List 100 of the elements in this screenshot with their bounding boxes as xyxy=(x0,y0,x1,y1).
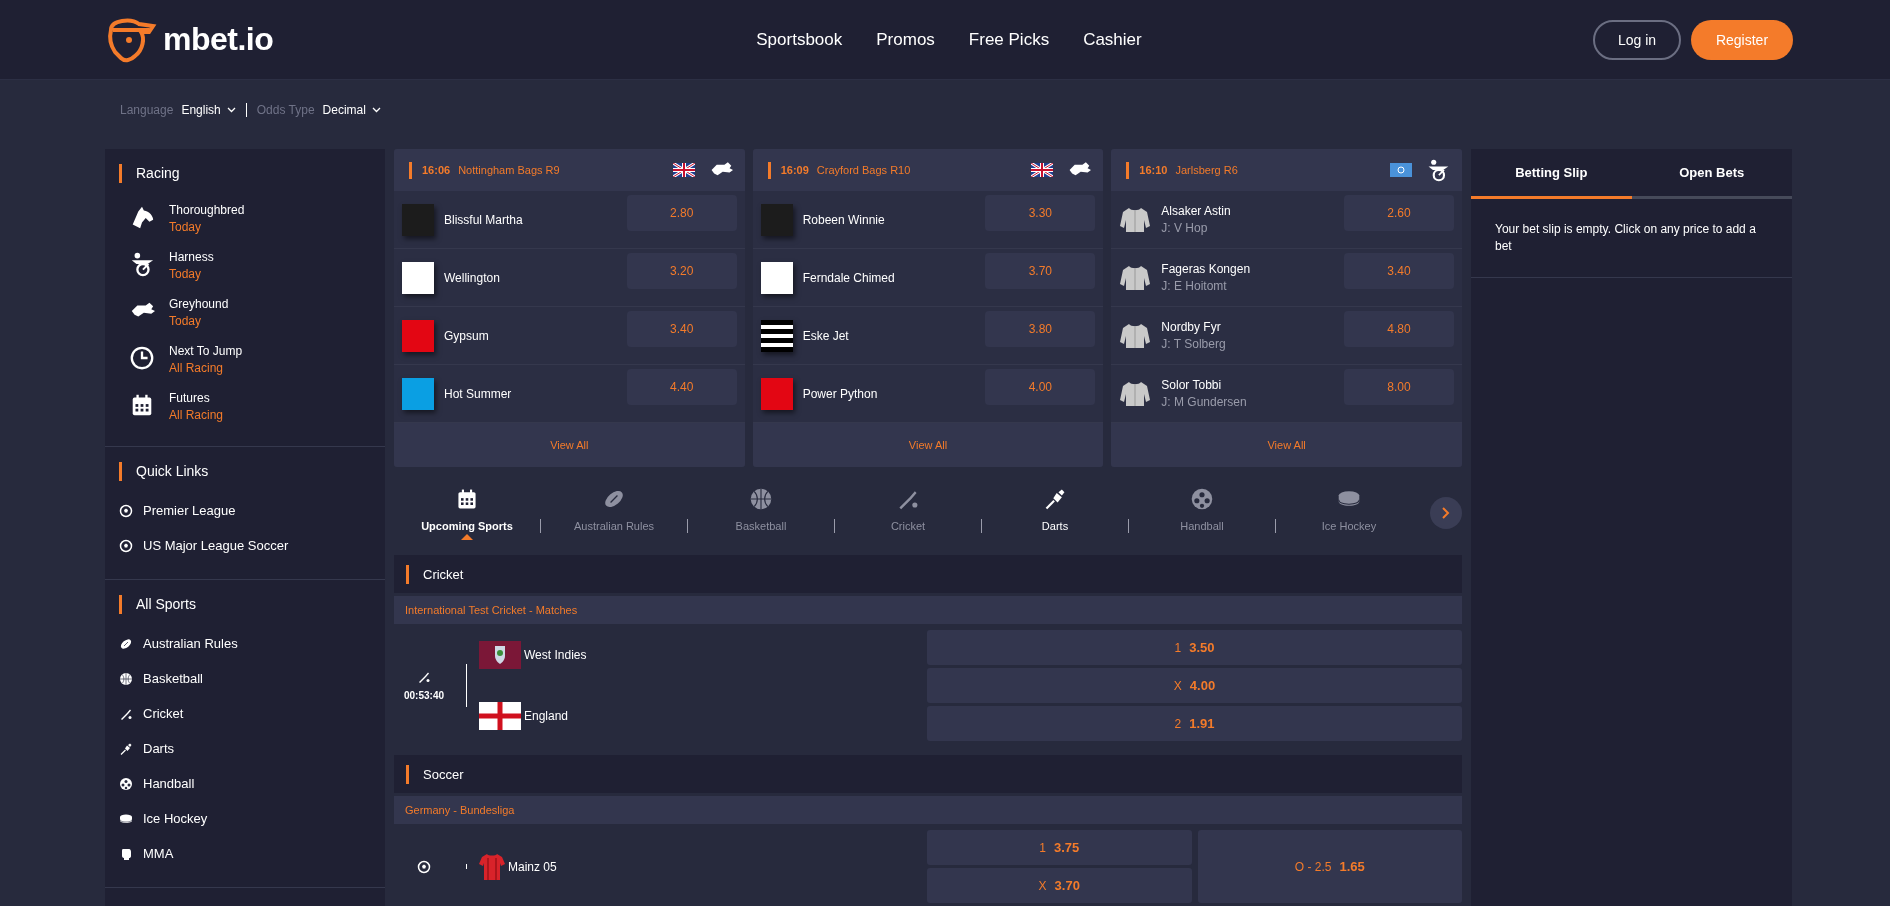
soccer-ball-icon xyxy=(417,859,431,874)
jacket-icon xyxy=(1119,321,1152,350)
item-title: Next To Jump xyxy=(169,344,243,358)
odds-button[interactable]: 8.00 xyxy=(1344,369,1454,405)
runner-name: Nordby Fyr xyxy=(1161,320,1222,334)
accent-bar xyxy=(767,161,771,179)
next-button[interactable] xyxy=(1430,497,1462,529)
odds-button[interactable]: 3.40 xyxy=(1344,253,1454,289)
odds-button[interactable]: 4.80 xyxy=(1344,311,1454,347)
match-countdown: 00:53:40 xyxy=(404,690,444,701)
odds-button[interactable]: 3.40 xyxy=(626,311,737,347)
odds-button[interactable]: 1 3.50 xyxy=(927,630,1462,665)
sport-tab[interactable]: Basketball xyxy=(688,486,834,540)
race-name[interactable]: Jarlsberg R6 xyxy=(1175,164,1382,176)
crest-flag-icon xyxy=(479,640,521,669)
view-all-link[interactable]: View All xyxy=(394,423,745,467)
team-name: Mainz 05 xyxy=(508,859,557,874)
item-subtitle: All Racing xyxy=(169,408,224,422)
race-name[interactable]: Crayford Bags R10 xyxy=(816,164,1024,176)
sport-tab[interactable]: Darts xyxy=(982,486,1128,540)
section-title: Quick Links xyxy=(136,463,209,479)
odds-button[interactable]: O - 2.5 1.65 xyxy=(1197,830,1462,903)
chevron-right-icon xyxy=(1442,507,1450,519)
sport-title: Cricket xyxy=(423,566,464,582)
oval-ball-icon xyxy=(119,636,133,651)
accent-bar xyxy=(1126,161,1130,179)
jacket-icon xyxy=(1119,379,1152,408)
setting-dropdown[interactable]: Decimal xyxy=(322,103,381,117)
item-title: Harness xyxy=(169,250,214,264)
setting-dropdown[interactable]: English xyxy=(181,103,236,117)
nav-link[interactable]: Cashier xyxy=(1083,29,1142,50)
soccer-ball-icon xyxy=(119,538,133,553)
league-title[interactable]: International Test Cricket - Matches xyxy=(394,596,1462,624)
runner-name: Fageras Kongen xyxy=(1161,262,1252,276)
soccer-ball-icon xyxy=(119,503,133,518)
league-title[interactable]: Germany - Bundesliga xyxy=(394,796,1462,824)
odds-button[interactable]: 1 3.75 xyxy=(927,830,1192,865)
sulky-icon xyxy=(129,250,155,277)
section-title: All Sports xyxy=(136,596,196,612)
sport-tab[interactable]: Upcoming Sports xyxy=(394,486,540,540)
logo-wordmark[interactable]: mbet.io xyxy=(163,21,274,58)
login-button[interactable]: Log in xyxy=(1593,19,1681,60)
sidebar-link[interactable]: Cricket xyxy=(105,696,385,731)
cricket-bat-icon xyxy=(417,670,431,684)
jockey-name: J: M Gundersen xyxy=(1161,395,1248,409)
odds-button[interactable]: 3.70 xyxy=(985,253,1096,289)
item-subtitle: All Racing xyxy=(169,361,225,375)
sport-tab[interactable]: Australian Rules xyxy=(541,486,687,540)
item-subtitle: Today xyxy=(169,314,203,328)
register-button[interactable]: Register xyxy=(1691,19,1793,60)
odds-button[interactable]: 3.20 xyxy=(626,253,737,289)
race-name[interactable]: Nottingham Bags R9 xyxy=(458,164,665,176)
sport-tab[interactable]: Handball xyxy=(1129,486,1275,540)
sidebar-link[interactable]: Darts xyxy=(105,731,385,766)
runner-name: Ferndale Chimed xyxy=(802,270,896,285)
sidebar-link[interactable]: Premier League xyxy=(105,493,385,528)
jockey-name: J: E Hoitomt xyxy=(1161,279,1228,293)
cross-flag-icon xyxy=(479,702,521,731)
nav-link[interactable]: Promos xyxy=(876,29,935,50)
runner-name: Hot Summer xyxy=(444,386,513,401)
accent-bar xyxy=(406,764,409,784)
item-subtitle: Today xyxy=(169,220,203,234)
bet-slip-tab[interactable]: Betting Slip xyxy=(1471,149,1632,199)
sport-tab[interactable]: Cricket xyxy=(835,486,981,540)
sidebar-link[interactable]: Handball xyxy=(105,766,385,801)
runner-name: Eske Jet xyxy=(802,328,850,343)
runner-name: Power Python xyxy=(802,386,879,401)
odds-button[interactable]: 2.80 xyxy=(626,195,737,231)
odds-button[interactable]: 2.60 xyxy=(1344,195,1454,231)
sidebar-link[interactable]: MMA xyxy=(105,836,385,871)
odds-button[interactable]: X 4.00 xyxy=(927,668,1462,703)
odds-button[interactable]: 2 1.91 xyxy=(927,706,1462,741)
nav-link[interactable]: Sportsbook xyxy=(756,29,843,50)
chevron-down-icon xyxy=(226,107,236,113)
union-jack-flag-icon xyxy=(672,163,695,177)
odds-button[interactable]: 4.00 xyxy=(985,369,1096,405)
view-all-link[interactable]: View All xyxy=(1111,423,1462,467)
section-title: Racing xyxy=(136,165,180,181)
bet-slip-tab[interactable]: Open Bets xyxy=(1631,149,1792,199)
union-jack-flag-icon xyxy=(1031,163,1054,177)
sidebar-link[interactable]: Australian Rules xyxy=(105,626,385,661)
sidebar-link[interactable]: Basketball xyxy=(105,661,385,696)
sidebar-link[interactable]: US Major League Soccer xyxy=(105,528,385,563)
race-time: 16:06 xyxy=(422,164,451,176)
view-all-link[interactable]: View All xyxy=(752,423,1104,467)
odds-button[interactable]: 3.30 xyxy=(985,195,1096,231)
basketball-icon xyxy=(119,671,133,686)
odds-button[interactable]: 4.40 xyxy=(626,369,737,405)
sport-tab[interactable]: Ice Hockey xyxy=(1276,486,1422,540)
odds-button[interactable]: X 3.70 xyxy=(927,868,1192,903)
odds-button[interactable]: 3.80 xyxy=(985,311,1096,347)
jockey-name: J: T Solberg xyxy=(1161,337,1227,351)
sidebar-link[interactable]: Ice Hockey xyxy=(105,801,385,836)
basketball-icon xyxy=(749,486,773,511)
accent-bar xyxy=(119,163,122,183)
nav-link[interactable]: Free Picks xyxy=(968,29,1050,50)
accent-bar xyxy=(409,161,412,179)
item-title: Thoroughbred xyxy=(169,203,245,217)
dart-icon xyxy=(119,741,133,756)
race-time: 16:09 xyxy=(780,164,809,176)
